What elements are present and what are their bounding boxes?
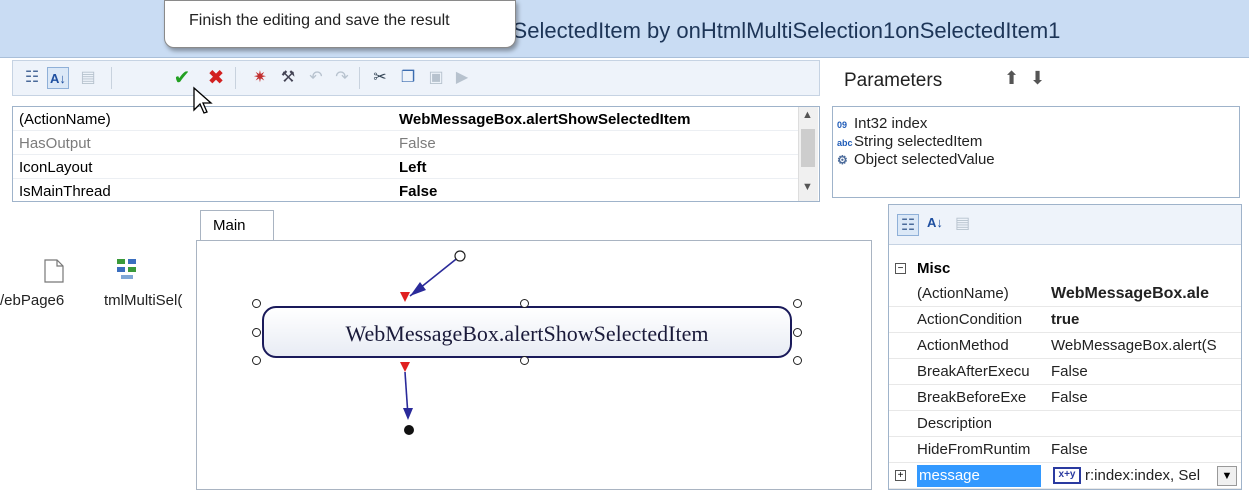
object-icon: ⚙	[837, 153, 848, 167]
prop-row-message[interactable]: + message x+y r:index:index, Sel ▼	[889, 463, 1241, 489]
prop-name: HideFromRuntim	[917, 441, 1031, 458]
prop-row-actionmethod[interactable]: ActionMethod WebMessageBox.alert(S	[889, 333, 1241, 359]
vertical-scrollbar[interactable]: ▲ ▼	[798, 107, 818, 201]
prop-value: False	[1051, 441, 1088, 458]
prop-name-selected: message	[917, 465, 1041, 487]
prop-row-ismainthread[interactable]: IsMainThread False	[13, 181, 803, 201]
toolbar: ☷ A↓ ▤ ✔ ✖ ✷ ⚒ ↶ ↷ ✂ ❐ ▣ ▶	[12, 60, 820, 96]
int-icon: 09	[837, 120, 848, 130]
prop-name: (ActionName)	[19, 111, 111, 128]
prop-name: HasOutput	[19, 135, 91, 152]
mouse-cursor-icon	[193, 86, 213, 114]
scrollbar-thumb[interactable]	[801, 129, 815, 167]
parameters-header: Parameters ⬆ ⬇	[832, 60, 1240, 102]
prop-name: Description	[917, 415, 993, 432]
parameters-title: Parameters	[844, 70, 943, 91]
prop-row-actionname[interactable]: (ActionName) WebMessageBox.alertShowSele…	[13, 109, 803, 131]
prop-value: WebMessageBox.alert(S	[1051, 337, 1217, 354]
prop-row-breakafterexecution[interactable]: BreakAfterExecu False	[889, 359, 1241, 385]
prop-value: False	[1051, 389, 1088, 406]
resize-handle[interactable]	[252, 328, 261, 337]
param-item-index[interactable]: 09 Int32 index	[837, 115, 927, 133]
prop-value: Left	[399, 159, 427, 176]
resize-handle[interactable]	[252, 356, 261, 365]
category-label: Misc	[917, 260, 951, 277]
alphabetical-icon[interactable]: A↓	[927, 215, 943, 230]
component-pane	[12, 206, 196, 490]
prop-row-breakbeforeexecution[interactable]: BreakBeforeExe False	[889, 385, 1241, 411]
expression-icon[interactable]: x+y	[1053, 467, 1081, 484]
run-icon[interactable]: ▶	[451, 67, 473, 89]
categorized-icon[interactable]: ☷	[21, 67, 43, 89]
dropdown-icon[interactable]: ▼	[1217, 466, 1237, 486]
prop-value: False	[1051, 363, 1088, 380]
categorized-icon[interactable]: ☷	[897, 214, 919, 236]
prop-row-description[interactable]: Description	[889, 411, 1241, 437]
scroll-up-icon[interactable]: ▲	[802, 109, 813, 121]
prop-value: WebMessageBox.alertShowSelectedItem	[399, 111, 691, 128]
category-misc[interactable]: − Misc	[889, 259, 1241, 281]
parameters-list: 09 Int32 index abcString selectedItem ⚙ Ob…	[832, 106, 1240, 198]
scroll-down-icon[interactable]: ▼	[802, 181, 813, 193]
prop-row-actionname[interactable]: (ActionName) WebMessageBox.ale	[889, 281, 1241, 307]
webpage-icon[interactable]	[42, 258, 66, 284]
multiselection-icon[interactable]	[114, 256, 140, 282]
prop-value: r:index:index, Sel	[1085, 467, 1201, 484]
resize-handle[interactable]	[793, 356, 802, 365]
action-property-grid: (ActionName) WebMessageBox.alertShowSele…	[12, 106, 820, 202]
component-label-webpage[interactable]: /ebPage6	[0, 292, 64, 309]
undo-icon[interactable]: ↶	[305, 67, 327, 89]
prop-row-actioncondition[interactable]: ActionCondition true	[889, 307, 1241, 333]
prop-name: (ActionName)	[917, 285, 1009, 302]
prop-name: ActionMethod	[917, 337, 1009, 354]
string-icon: abc	[837, 138, 853, 148]
cut-icon[interactable]: ✂	[369, 67, 391, 89]
copy-icon[interactable]: ❐	[397, 67, 419, 89]
expand-icon[interactable]: +	[895, 470, 906, 481]
resize-handle[interactable]	[252, 299, 261, 308]
magic-wand-icon[interactable]: ⚒	[277, 67, 299, 89]
prop-name: IsMainThread	[19, 183, 111, 200]
prop-value: False	[399, 183, 438, 200]
component-label-multiselection[interactable]: tmlMultiSel(	[104, 292, 192, 309]
param-item-selectedvalue[interactable]: ⚙ Object selectedValue	[837, 151, 995, 169]
param-item-selecteditem[interactable]: abcString selectedItem	[837, 133, 982, 151]
ok-check-icon[interactable]: ✔	[171, 67, 193, 89]
resize-handle[interactable]	[793, 299, 802, 308]
prop-name: IconLayout	[19, 159, 93, 176]
paste-icon[interactable]: ▣	[425, 67, 447, 89]
resize-handle[interactable]	[520, 356, 529, 365]
collapse-icon[interactable]: −	[895, 263, 906, 274]
properties-panel: ☷ A↓ ▤ − Misc (ActionName) WebMessageBox…	[888, 204, 1242, 490]
alphabetical-icon[interactable]: A↓	[47, 67, 69, 89]
prop-name: BreakAfterExecu	[917, 363, 1030, 380]
properties-toolbar: ☷ A↓ ▤	[889, 205, 1241, 245]
move-up-icon[interactable]: ⬆	[1004, 68, 1019, 89]
property-pages-icon[interactable]: ▤	[77, 67, 99, 89]
save-tooltip: Finish the editing and save the result	[164, 0, 516, 48]
redo-icon[interactable]: ↷	[331, 67, 353, 89]
resize-handle[interactable]	[793, 328, 802, 337]
action-node[interactable]: WebMessageBox.alertShowSelectedItem	[262, 306, 792, 358]
tab-main[interactable]: Main	[200, 210, 274, 240]
param-label: Int32 index	[854, 115, 928, 132]
prop-value: False	[399, 135, 436, 152]
design-canvas[interactable]	[196, 240, 872, 490]
property-pages-icon[interactable]: ▤	[955, 213, 970, 233]
prop-row-hidefromruntime[interactable]: HideFromRuntim False	[889, 437, 1241, 463]
param-label: Object selectedValue	[854, 151, 995, 168]
prop-row-iconlayout[interactable]: IconLayout Left	[13, 157, 803, 179]
resize-handle[interactable]	[520, 299, 529, 308]
flow-connectors	[400, 250, 466, 435]
prop-value: true	[1051, 311, 1080, 328]
prop-value: WebMessageBox.ale	[1051, 285, 1209, 302]
bug-icon[interactable]: ✷	[249, 67, 271, 89]
prop-name: ActionCondition	[917, 311, 1023, 328]
move-down-icon[interactable]: ⬇	[1030, 68, 1045, 89]
prop-row-hasoutput[interactable]: HasOutput False	[13, 133, 803, 155]
param-label: String selectedItem	[854, 133, 983, 150]
prop-name: BreakBeforeExe	[917, 389, 1027, 406]
